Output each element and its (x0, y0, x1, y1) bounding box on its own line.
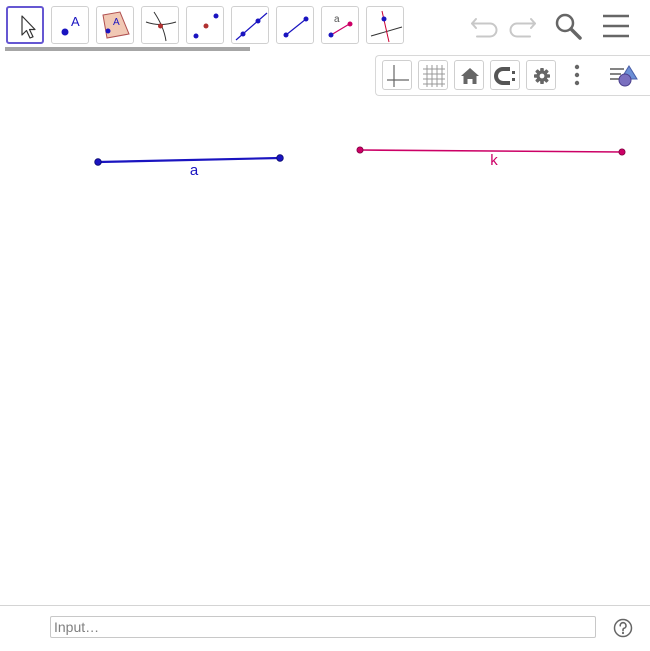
input-help-button[interactable] (613, 618, 633, 638)
standard-view-button[interactable] (454, 60, 484, 90)
search-icon (555, 13, 582, 40)
main-menu-button[interactable] (599, 10, 633, 40)
point-icon: A (61, 14, 80, 36)
segment-k-end-point[interactable] (618, 148, 626, 156)
intersect-icon (145, 11, 177, 42)
style-bar-toggle-button[interactable] (608, 60, 638, 90)
input-bar (0, 605, 650, 651)
polygon-tool-button[interactable]: A (96, 6, 134, 44)
move-tool-button[interactable] (6, 6, 44, 44)
toolbar-scrollbar[interactable] (5, 47, 250, 51)
segment-a-end-point[interactable] (276, 154, 284, 162)
menu-icon (603, 14, 629, 38)
graphics-settings-button[interactable] (526, 60, 556, 90)
segment-length-icon: a (328, 14, 353, 38)
line-icon (235, 12, 268, 41)
algebra-input-field[interactable] (50, 616, 596, 638)
toggle-grid-button[interactable] (418, 60, 448, 90)
redo-icon (509, 18, 536, 38)
graphics-style-bar (375, 55, 650, 96)
more-options-button[interactable] (562, 60, 592, 90)
point-tool-label: A (71, 14, 80, 29)
home-icon (461, 68, 479, 84)
help-icon (613, 618, 633, 638)
polygon-tool-label: A (113, 17, 120, 28)
segment-icon (283, 16, 309, 38)
perpendicular-line-icon (370, 10, 403, 43)
point-on-object-tool-button[interactable] (186, 6, 224, 44)
segment-length-tool-label: a (334, 14, 340, 25)
style-bar-toggle-icon (610, 65, 638, 87)
polygon-icon: A (102, 11, 130, 39)
segment-length-tool-button[interactable]: a (321, 6, 359, 44)
point-capturing-icon (494, 67, 515, 85)
line-tool-button[interactable] (231, 6, 269, 44)
point-tool-button[interactable]: A (51, 6, 89, 44)
axes-icon (387, 65, 409, 87)
segment-tool-button[interactable] (276, 6, 314, 44)
undo-button[interactable] (468, 10, 502, 40)
move-icon (21, 15, 36, 39)
toolbar: A A a (0, 0, 650, 51)
search-button[interactable] (552, 10, 586, 40)
intersect-tool-button[interactable] (141, 6, 179, 44)
segment-k-label: k (490, 152, 498, 169)
toggle-axes-button[interactable] (382, 60, 412, 90)
point-capturing-button[interactable] (490, 60, 520, 90)
undo-icon (471, 18, 498, 38)
grid-icon (423, 65, 445, 87)
perpendicular-line-tool-button[interactable] (366, 6, 404, 44)
settings-icon (534, 68, 550, 84)
segment-a-start-point[interactable] (94, 158, 102, 166)
segment-k-start-point[interactable] (356, 146, 364, 154)
redo-button[interactable] (505, 10, 539, 40)
segment-a-label: a (190, 162, 199, 179)
point-on-object-icon (193, 13, 219, 39)
graphics-view[interactable]: a k (0, 96, 650, 605)
more-icon (574, 64, 580, 86)
